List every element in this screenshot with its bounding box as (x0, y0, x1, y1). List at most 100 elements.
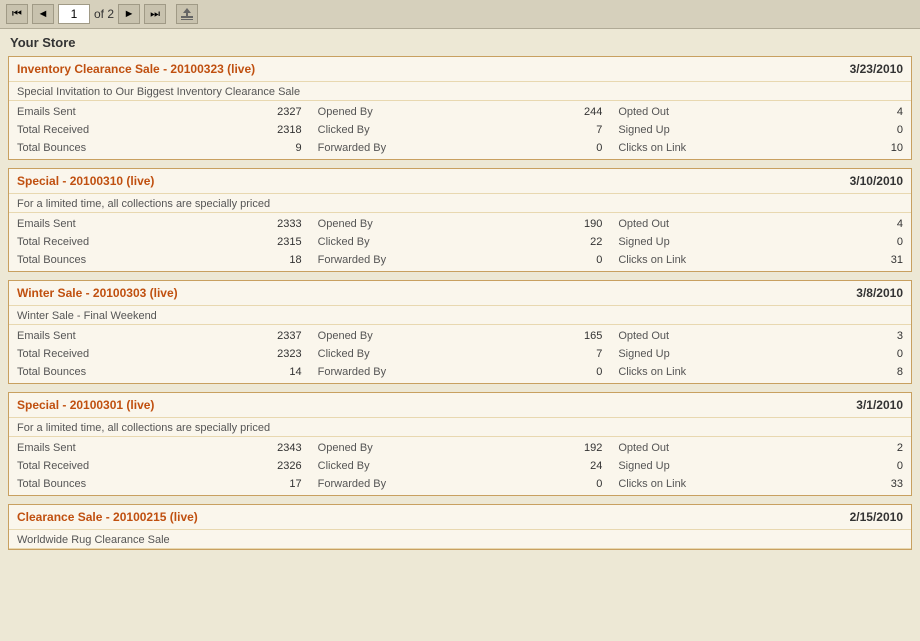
stat-label: Total Bounces (17, 142, 86, 154)
campaigns-container: Inventory Clearance Sale - 20100323 (liv… (8, 56, 912, 550)
stat-cell: Opened By 244 (310, 103, 611, 121)
stat-label: Signed Up (618, 236, 669, 248)
stat-value: 18 (289, 254, 301, 266)
stat-label: Total Bounces (17, 366, 86, 378)
stat-cell: Clicks on Link 8 (610, 363, 911, 381)
stats-grid: Emails Sent2333Opened By190Opted Out4Tot… (9, 213, 911, 271)
stat-value: 17 (289, 478, 301, 490)
stat-cell: Opened By 165 (310, 327, 611, 345)
stat-label: Forwarded By (318, 478, 386, 490)
stats-grid: Emails Sent2343Opened By192Opted Out2Tot… (9, 437, 911, 495)
stat-value: 0 (897, 348, 903, 360)
next-page-button[interactable]: ► (118, 4, 140, 24)
stat-label: Total Received (17, 460, 89, 472)
stat-value: 8 (897, 366, 903, 378)
prev-page-button[interactable]: ◄ (32, 4, 54, 24)
campaign-title[interactable]: Winter Sale - 20100303 (live) (17, 286, 178, 300)
campaign-header: Inventory Clearance Sale - 20100323 (liv… (9, 57, 911, 82)
campaign-subtitle: Worldwide Rug Clearance Sale (9, 530, 911, 549)
stat-cell: Signed Up0 (610, 345, 911, 363)
stat-value: 7 (596, 348, 602, 360)
main-content: Your Store Inventory Clearance Sale - 20… (0, 29, 920, 641)
stat-cell: Clicked By7 (310, 345, 611, 363)
store-title: Your Store (8, 35, 912, 50)
stat-value: 4 (897, 106, 903, 118)
stat-cell: Emails Sent2327 (9, 103, 310, 121)
stat-value: 0 (596, 254, 602, 266)
stat-cell: Opted Out 4 (610, 215, 911, 233)
stat-value: 0 (897, 124, 903, 136)
stat-cell: Total Bounces 9 (9, 139, 310, 157)
stat-label: Opened By (318, 442, 373, 454)
stats-grid: Emails Sent 2337 Opened By 165 Opted Out 3 Tot… (9, 325, 911, 383)
stat-value: 0 (596, 366, 602, 378)
stat-label: Emails Sent (17, 330, 76, 342)
stat-label: Opened By (318, 330, 373, 342)
stat-label: Clicks on Link (618, 478, 686, 490)
stat-cell: Clicks on Link31 (610, 251, 911, 269)
stat-label: Total Received (17, 124, 89, 136)
stat-cell: Clicks on Link33 (610, 475, 911, 493)
export-button[interactable] (176, 4, 198, 24)
stat-cell: Clicked By7 (310, 121, 611, 139)
stat-cell: Total Bounces17 (9, 475, 310, 493)
campaign-title[interactable]: Special - 20100301 (live) (17, 398, 154, 412)
stat-value: 2 (897, 442, 903, 454)
stat-cell: Forwarded By0 (310, 139, 611, 157)
stat-label: Forwarded By (318, 254, 386, 266)
stat-label: Opted Out (618, 106, 669, 118)
stat-value: 31 (891, 254, 903, 266)
campaign-subtitle: For a limited time, all collections are … (9, 418, 911, 437)
campaign-block: Special - 20100310 (live)3/10/2010For a … (8, 168, 912, 272)
first-page-button[interactable]: ⏮ (6, 4, 28, 24)
toolbar: ⏮ ◄ of 2 ► ⏭ (0, 0, 920, 29)
campaign-date: 3/8/2010 (856, 286, 903, 300)
stat-label: Opted Out (618, 218, 669, 230)
stats-grid: Emails Sent2327 Opened By 244 Opted Out 4 Tot… (9, 101, 911, 159)
stat-value: 0 (596, 478, 602, 490)
campaign-header: Special - 20100301 (live) 3/1/2010 (9, 393, 911, 418)
stat-value: 3 (897, 330, 903, 342)
stat-value: 2343 (277, 442, 301, 454)
campaign-header: Winter Sale - 20100303 (live) 3/8/2010 (9, 281, 911, 306)
campaign-title[interactable]: Special - 20100310 (live) (17, 174, 154, 188)
stat-value: 165 (584, 330, 602, 342)
stat-cell: Opted Out 4 (610, 103, 911, 121)
stat-value: 244 (584, 106, 602, 118)
stat-label: Total Received (17, 348, 89, 360)
stat-cell: Total Received2318 (9, 121, 310, 139)
page-number-input[interactable] (58, 4, 90, 24)
stat-cell: Forwarded By 0 (310, 475, 611, 493)
stat-label: Opened By (318, 106, 373, 118)
stat-value: 2323 (277, 348, 301, 360)
stat-label: Signed Up (618, 124, 669, 136)
stat-value: 2333 (277, 218, 301, 230)
stat-value: 4 (897, 218, 903, 230)
stat-value: 9 (296, 142, 302, 154)
campaign-subtitle: Winter Sale - Final Weekend (9, 306, 911, 325)
stat-value: 2337 (277, 330, 301, 342)
stat-cell: Opted Out2 (610, 439, 911, 457)
stat-cell: Emails Sent2333 (9, 215, 310, 233)
stat-label: Clicks on Link (618, 366, 686, 378)
stat-label: Opened By (318, 218, 373, 230)
campaign-subtitle: Special Invitation to Our Biggest Invent… (9, 82, 911, 101)
last-page-button[interactable]: ⏭ (144, 4, 166, 24)
campaign-block: Special - 20100301 (live) 3/1/2010 For a l… (8, 392, 912, 496)
stat-value: 14 (289, 366, 301, 378)
stat-cell: Clicked By22 (310, 233, 611, 251)
campaign-title[interactable]: Inventory Clearance Sale - 20100323 (liv… (17, 62, 255, 76)
stat-cell: Opened By 192 (310, 439, 611, 457)
stat-value: 192 (584, 442, 602, 454)
stat-label: Signed Up (618, 460, 669, 472)
campaign-header: Clearance Sale - 20100215 (live)2/15/201… (9, 505, 911, 530)
campaign-date: 3/1/2010 (856, 398, 903, 412)
stat-label: Clicked By (318, 236, 370, 248)
stat-label: Clicked By (318, 124, 370, 136)
stat-cell: Total Received2315 (9, 233, 310, 251)
campaign-title[interactable]: Clearance Sale - 20100215 (live) (17, 510, 198, 524)
campaign-date: 3/23/2010 (850, 62, 903, 76)
stat-cell: Total Received 2323 (9, 345, 310, 363)
stat-cell: Total Bounces 14 (9, 363, 310, 381)
stat-label: Opted Out (618, 330, 669, 342)
